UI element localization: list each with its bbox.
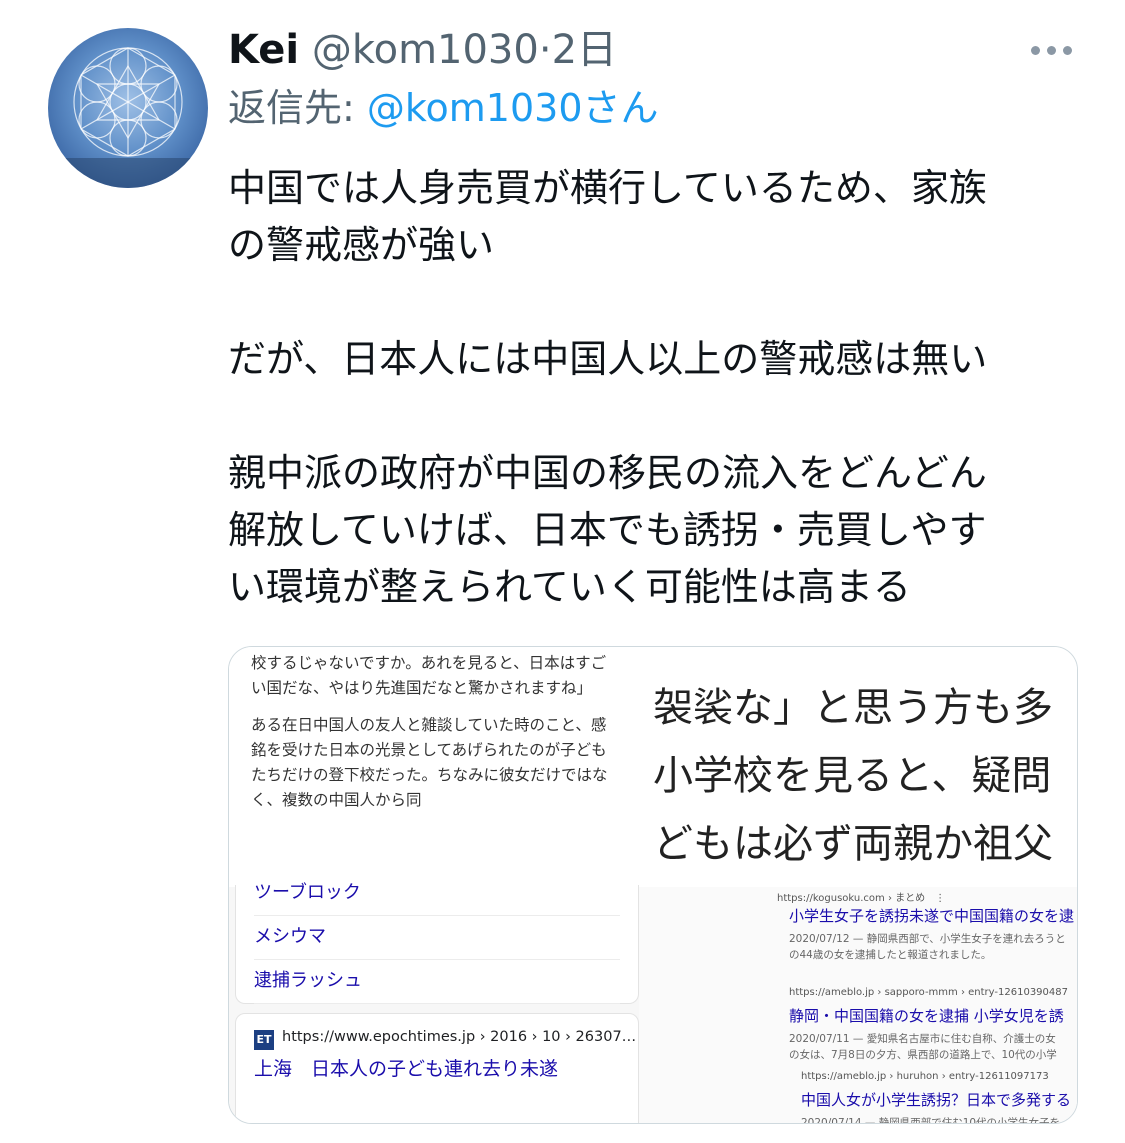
- tweet-text-line: 解放していけば、日本でも誘拐・売買しやす: [228, 508, 987, 552]
- tweet-text: 中国では人身売買が横行しているため、家族 の警戒感が強い だが、日本人には中国人…: [228, 160, 1088, 616]
- article-paragraph: ある在日中国人の友人と雑談していた時のこと、感銘を受けた日本の光景としてあげられ…: [251, 716, 608, 809]
- media-image-left[interactable]: 校するじゃないですか。あれを見ると、日本はすごい国だな、やはり先進国だなと驚かさ…: [229, 647, 639, 1123]
- search-result-url: https://kogusoku.com › まとめ ⋮: [777, 893, 946, 904]
- related-search-item: 逮捕ラッシュ: [254, 959, 620, 1004]
- tweet-text-line: 中国では人身売買が横行しているため、家族: [228, 166, 987, 210]
- related-searches-card: ツーブロック メシウマ 逮捕ラッシュ フジテレビ騒動: [235, 882, 639, 1035]
- search-result-snippet: 2020/07/14 — 静岡県西部で住む10代の小学生女子を: [801, 1117, 1061, 1123]
- author-name[interactable]: Kei: [228, 27, 299, 73]
- result-title: 上海 日本人の子ども連れ去り未遂: [254, 1058, 559, 1080]
- search-result-url: https://ameblo.jp › huruhon › entry-1261…: [801, 1071, 1049, 1082]
- tweet-time[interactable]: 2日: [552, 27, 617, 73]
- zoomed-text-line: どもは必ず両親か祖父: [653, 821, 1053, 867]
- search-result-snippet: 2020/07/11 — 愛知県名古屋市に住む自称、介護士の女: [789, 1033, 1056, 1045]
- tweet-media[interactable]: 校するじゃないですか。あれを見ると、日本はすごい国だな、やはり先進国だなと驚かさ…: [228, 646, 1078, 1124]
- media-image-right[interactable]: 袈裟な」と思う方も多 小学校を見ると、疑問 どもは必ず両親か祖父 https:/…: [639, 647, 1077, 1123]
- tweet-header: Kei @kom1030·2日: [228, 26, 617, 74]
- zoomed-article-text: 袈裟な」と思う方も多 小学校を見ると、疑問 どもは必ず両親か祖父: [653, 647, 1077, 887]
- tweet-text-line: の警戒感が強い: [228, 223, 495, 267]
- epochtimes-logo-icon: ET: [254, 1030, 274, 1050]
- sacred-geometry-icon: [48, 47, 208, 188]
- search-result-card: ET https://www.epochtimes.jp › 2016 › 10…: [235, 1013, 639, 1123]
- search-result-url: https://ameblo.jp › sapporo-mmm › entry-…: [789, 987, 1068, 998]
- search-result-title: 静岡・中国国籍の女を逮捕 小学女児を誘: [789, 1007, 1064, 1025]
- search-result-snippet: の44歳の女を逮捕したと報道されました。: [789, 949, 992, 961]
- tweet-text-line: い環境が整えられていく可能性は高まる: [228, 565, 911, 609]
- search-result-snippet: の女は、7月8日の夕方、県西部の道路上で、10代の小学: [789, 1049, 1057, 1061]
- zoomed-text-line: 小学校を見ると、疑問: [653, 753, 1052, 799]
- search-result-title: 中国人女が小学生誘拐？日本で多発する: [801, 1091, 1072, 1109]
- search-result-snippet: 2020/07/12 — 静岡県西部で、小学生女子を連れ去ろうと: [789, 933, 1066, 945]
- reply-prefix: 返信先:: [228, 86, 367, 130]
- related-search-item: ツーブロック: [254, 871, 620, 916]
- author-handle[interactable]: @kom1030: [312, 27, 539, 73]
- avatar[interactable]: [48, 28, 208, 188]
- reply-to-link[interactable]: @kom1030さん: [367, 86, 659, 130]
- more-options-icon[interactable]: [1028, 34, 1076, 64]
- zoomed-text-line: 袈裟な」と思う方も多: [653, 685, 1053, 731]
- result-url: https://www.epochtimes.jp › 2016 › 10 › …: [282, 1029, 637, 1045]
- article-paragraph: 校するじゃないですか。あれを見ると、日本はすごい国だな、やはり先進国だなと驚かさ…: [251, 654, 607, 697]
- search-result-title: 小学生女子を誘拐未遂で中国国籍の女を逮: [789, 907, 1075, 925]
- search-results-screenshot: https://kogusoku.com › まとめ ⋮ 小学生女子を誘拐未遂で…: [639, 887, 1077, 1123]
- separator-dot: ·: [538, 27, 552, 73]
- reply-context: 返信先: @kom1030さん: [228, 84, 659, 132]
- tweet-text-line: だが、日本人には中国人以上の警戒感は無い: [228, 337, 988, 381]
- article-screenshot: 校するじゃないですか。あれを見ると、日本はすごい国だな、やはり先進国だなと驚かさ…: [229, 647, 639, 887]
- related-search-item: メシウマ: [254, 915, 620, 960]
- tweet-text-line: 親中派の政府が中国の移民の流入をどんどん: [228, 451, 987, 495]
